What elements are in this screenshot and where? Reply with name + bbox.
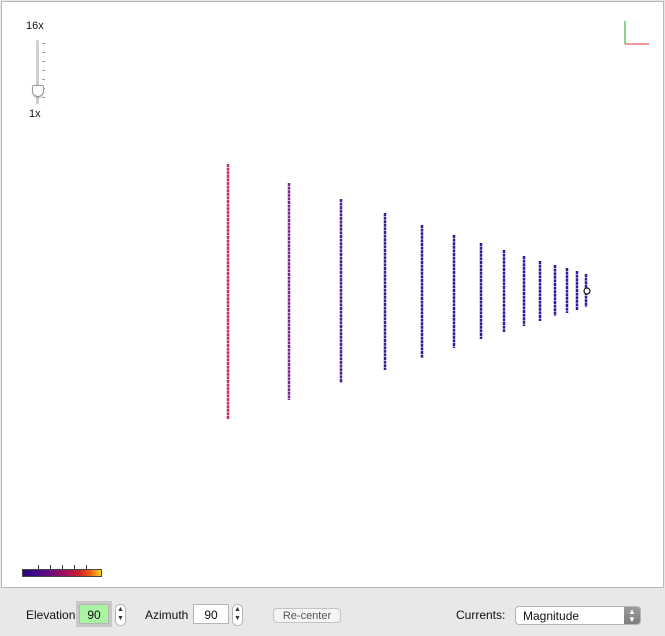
axes-gizmo-icon <box>624 21 649 45</box>
zoom-tick <box>42 97 45 98</box>
chevron-up-icon[interactable]: ▲ <box>116 605 125 614</box>
zoom-tick <box>42 70 45 71</box>
view-toolbar: Elevation 90 ▲ ▼ Azimuth 90 ▲ ▼ Re-cente… <box>0 588 665 636</box>
currents-select[interactable]: Magnitude ▲ ▼ <box>515 606 641 625</box>
zoom-slider-knob[interactable] <box>32 85 44 97</box>
elevation-field[interactable]: 90 <box>79 604 109 624</box>
select-arrows-icon[interactable]: ▲ ▼ <box>624 607 640 624</box>
recenter-button[interactable]: Re-center <box>273 608 341 623</box>
elevation-label: Elevation <box>26 608 76 622</box>
azimuth-field[interactable]: 90 <box>193 604 229 624</box>
azimuth-stepper[interactable]: ▲ ▼ <box>232 604 243 626</box>
zoom-tick <box>42 52 45 53</box>
circle-marker-icon <box>583 287 591 295</box>
zoom-tick <box>42 61 45 62</box>
zoom-tick <box>42 79 45 80</box>
antenna-scene <box>154 21 649 441</box>
currents-label: Currents: <box>456 608 506 622</box>
currents-selected-value: Magnitude <box>523 609 580 623</box>
chevron-down-icon[interactable]: ▼ <box>116 614 125 623</box>
chevron-down-icon[interactable]: ▼ <box>233 614 242 623</box>
elevation-stepper[interactable]: ▲ ▼ <box>115 604 126 626</box>
zoom-min-label: 1x <box>29 108 41 120</box>
zoom-max-label: 16x <box>26 20 44 32</box>
zoom-tick <box>42 43 45 44</box>
azimuth-label: Azimuth <box>145 608 189 622</box>
colorbar-legend-icon <box>22 569 102 577</box>
antenna-3d-viewport[interactable]: 16x 1x <box>1 1 664 588</box>
chevron-up-icon[interactable]: ▲ <box>233 605 242 614</box>
